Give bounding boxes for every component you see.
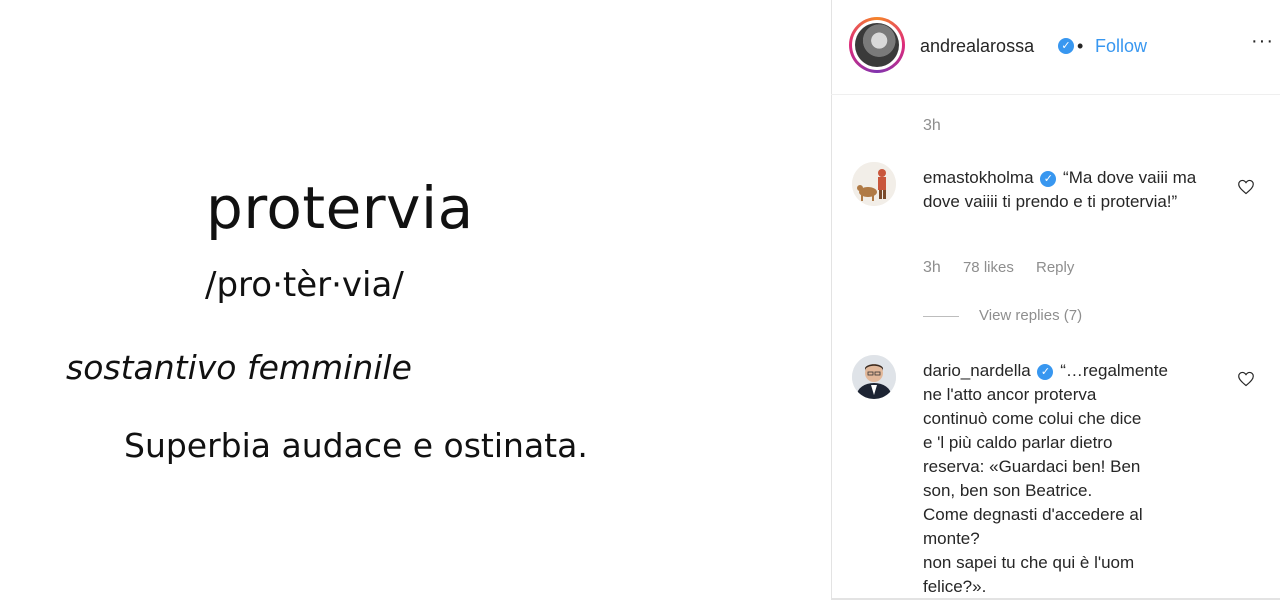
heart-icon[interactable] xyxy=(1237,179,1255,195)
commenter-avatar[interactable] xyxy=(852,162,896,206)
commenter-avatar[interactable] xyxy=(852,355,896,399)
follow-button[interactable]: Follow xyxy=(1095,36,1147,57)
post-time: 3h xyxy=(923,117,941,134)
comment-text-line: non sapei tu che qui è l'uom xyxy=(923,553,1135,572)
definition-word: protervia xyxy=(206,174,474,242)
comment-time: 3h xyxy=(923,259,941,276)
comment-text-line: e 'l più caldo parlar dietro xyxy=(923,433,1113,452)
author-username[interactable]: andrealarossa xyxy=(920,36,1034,57)
more-options-icon[interactable]: ··· xyxy=(1251,30,1274,53)
view-replies-line xyxy=(923,316,959,317)
post-image: protervia /pro·tèr·via/ sostantivo femmi… xyxy=(0,0,831,600)
part-of-speech: sostantivo femminile xyxy=(66,348,412,387)
comment-text-line: “…regalmente xyxy=(1060,361,1168,380)
comment-meta: 3h 78 likes Reply xyxy=(923,259,1074,277)
verified-badge-icon: ✓ xyxy=(1058,38,1074,54)
comment-text-line: continuò come colui che dice xyxy=(923,409,1142,428)
verified-badge-icon: ✓ xyxy=(1037,364,1054,380)
comment-username[interactable]: emastokholma xyxy=(923,168,1034,187)
phonetic-transcription: /pro·tèr·via/ xyxy=(205,265,404,305)
commenter-avatar-image xyxy=(852,355,896,399)
verified-badge-icon: ✓ xyxy=(1040,171,1057,187)
comment-text-line: reserva: «Guardaci ben! Ben xyxy=(923,457,1141,476)
comment: dario_nardella ✓ “…regalmente ne l'atto … xyxy=(923,359,1243,599)
comment-text-line: ne l'atto ancor proterva xyxy=(923,385,1097,404)
comment-text-line: son, ben son Beatrice. xyxy=(923,481,1093,500)
comment: emastokholma ✓ “Ma dove vaiii ma dove va… xyxy=(923,166,1223,214)
definition-text: Superbia audace e ostinata. xyxy=(124,426,588,465)
author-avatar[interactable] xyxy=(849,17,905,73)
author-avatar-image xyxy=(855,23,899,67)
comment-text-line: Come degnasti d'accedere al xyxy=(923,505,1143,524)
heart-icon[interactable] xyxy=(1237,371,1255,387)
view-replies-button[interactable]: View replies (7) xyxy=(979,307,1082,324)
reply-button[interactable]: Reply xyxy=(1036,259,1074,276)
comment-text-line: monte? xyxy=(923,529,980,548)
comment-text-line: felice?». xyxy=(923,577,987,596)
comment-username[interactable]: dario_nardella xyxy=(923,361,1031,380)
comment-likes[interactable]: 78 likes xyxy=(963,259,1014,276)
commenter-avatar-image xyxy=(852,162,896,206)
header-separator: • xyxy=(1077,36,1084,56)
